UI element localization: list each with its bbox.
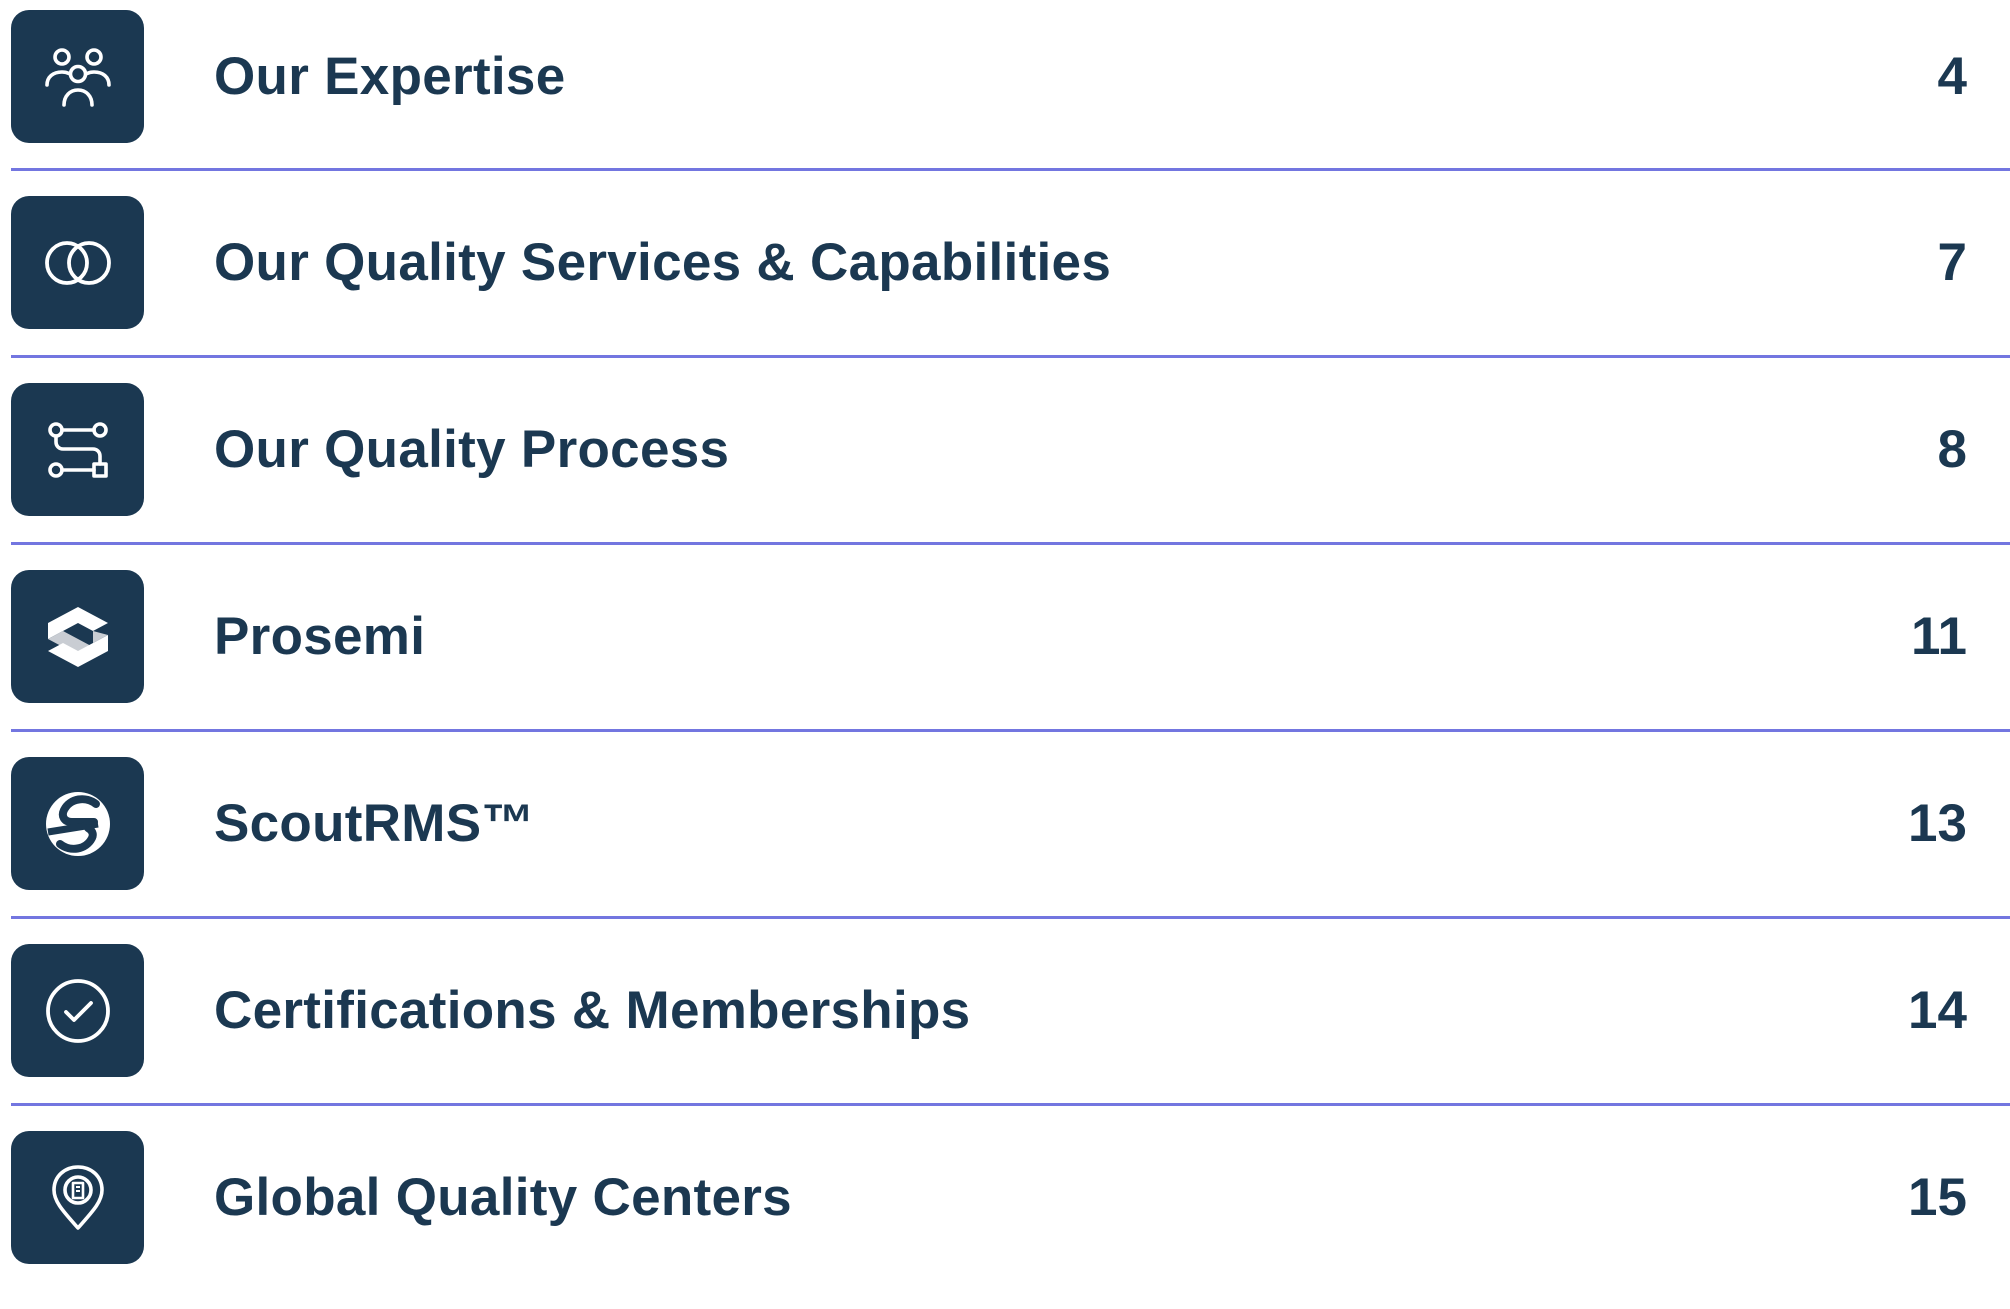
toc-entry-title: Global Quality Centers — [214, 1168, 792, 1227]
toc-entry-title: Our Quality Process — [214, 420, 730, 479]
divider — [11, 916, 2010, 919]
toc-entry-page-number: 11 — [1910, 607, 1967, 666]
check-circle-icon — [11, 944, 144, 1077]
toc-entry-title: Certifications & Memberships — [214, 981, 971, 1040]
toc-entry-page-number: 15 — [1908, 1168, 1967, 1227]
process-flow-icon — [11, 383, 144, 516]
location-pin-icon — [11, 1131, 144, 1264]
toc-entry-certifications[interactable]: Certifications & Memberships 14 — [0, 935, 2010, 1122]
divider — [11, 168, 2010, 171]
overlapping-circles-icon — [11, 196, 144, 329]
toc-entry-title: Our Quality Services & Capabilities — [214, 233, 1112, 292]
toc-entry-global-quality-centers[interactable]: Global Quality Centers 15 — [0, 1122, 2010, 1309]
toc-entry-quality-services[interactable]: Our Quality Services & Capabilities 7 — [0, 187, 2010, 374]
prosemi-logo-icon — [11, 570, 144, 703]
scoutrms-logo-icon — [11, 757, 144, 890]
toc-entry-title: Prosemi — [214, 607, 426, 666]
people-group-icon — [11, 10, 144, 143]
toc-entry-page-number: 4 — [1937, 47, 1967, 106]
toc-entry-page-number: 13 — [1908, 794, 1967, 853]
toc-entry-prosemi[interactable]: Prosemi 11 — [0, 561, 2010, 748]
divider — [11, 355, 2010, 358]
toc-entry-page-number: 7 — [1937, 233, 1967, 292]
divider — [11, 1103, 2010, 1106]
toc-entry-our-expertise[interactable]: Our Expertise 4 — [0, 0, 2010, 187]
toc-entry-page-number: 8 — [1937, 420, 1967, 479]
toc-entry-title: ScoutRMS™ — [214, 794, 535, 853]
toc-entry-page-number: 14 — [1908, 981, 1967, 1040]
toc-entry-quality-process[interactable]: Our Quality Process 8 — [0, 374, 2010, 561]
divider — [11, 542, 2010, 545]
toc-entry-scoutrms[interactable]: ScoutRMS™ 13 — [0, 748, 2010, 935]
divider — [11, 729, 2010, 732]
toc-entry-title: Our Expertise — [214, 47, 566, 106]
